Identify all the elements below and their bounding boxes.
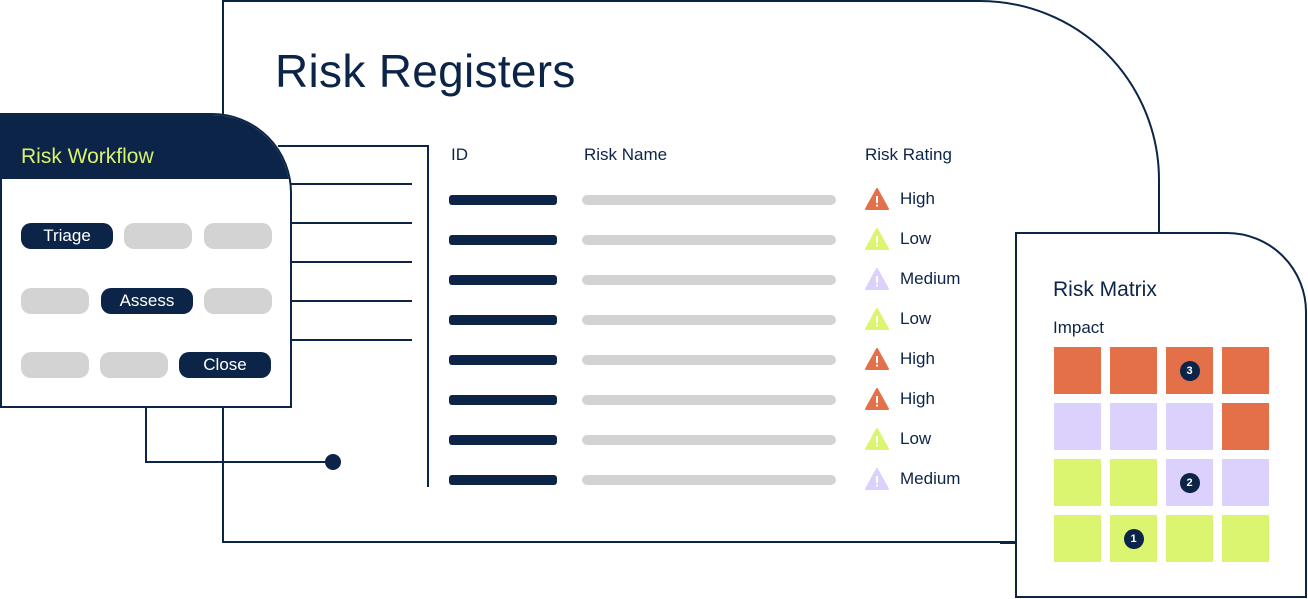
matrix-marker[interactable]: 1 (1123, 528, 1144, 549)
matrix-cell-medium (1166, 403, 1213, 450)
matrix-marker[interactable]: 2 (1179, 472, 1200, 493)
warning-triangle-icon (865, 348, 889, 370)
matrix-cell-low (1054, 459, 1101, 506)
column-header-id: ID (451, 145, 468, 164)
matrix-cell-medium (1222, 459, 1269, 506)
workflow-title: Risk Workflow (21, 145, 154, 168)
matrix-cell-low (1054, 515, 1101, 562)
workflow-step-assess[interactable]: Assess (101, 288, 193, 314)
risk-rating: High (865, 387, 935, 411)
risk-rating-label: Medium (900, 269, 961, 288)
risk-name-placeholder (582, 195, 836, 205)
risk-id-placeholder (449, 275, 557, 285)
matrix-cell-high (1110, 347, 1157, 394)
risk-rating: Medium (865, 267, 960, 291)
column-header-risk-rating: Risk Rating (865, 145, 952, 164)
risk-rating-label: Low (900, 429, 932, 448)
matrix-cell-low (1110, 459, 1157, 506)
workflow-step-placeholder (100, 352, 168, 378)
warning-triangle-icon (865, 388, 889, 410)
risk-name-placeholder (582, 475, 836, 485)
risk-rating-label: High (900, 189, 935, 208)
risk-name-placeholder (582, 315, 836, 325)
matrix-marker[interactable]: 3 (1179, 360, 1200, 381)
workflow-step-placeholder (124, 223, 192, 249)
risk-id-placeholder (449, 475, 557, 485)
risk-rating-label: High (900, 389, 935, 408)
risk-name-placeholder (582, 355, 836, 365)
matrix-cell-high (1054, 347, 1101, 394)
risk-workflow-card: Risk Workflow Triage Assess Close (0, 113, 292, 408)
risk-name-placeholder (582, 275, 836, 285)
matrix-cell-high (1222, 347, 1269, 394)
warning-triangle-icon (865, 308, 889, 330)
matrix-axis-label: Impact (1053, 318, 1105, 337)
risk-id-placeholder (449, 235, 557, 245)
workflow-step-close[interactable]: Close (179, 352, 271, 378)
risk-rating: Low (865, 427, 931, 451)
matrix-cell-medium (1110, 403, 1157, 450)
risk-name-placeholder (582, 435, 836, 445)
risk-rating: Medium (865, 467, 960, 491)
risk-id-placeholder (449, 195, 557, 205)
risk-name-placeholder (582, 235, 836, 245)
risk-name-placeholder (582, 395, 836, 405)
page-title: Risk Registers (275, 45, 576, 97)
risk-id-placeholder (449, 395, 557, 405)
risk-rating-label: High (900, 349, 935, 368)
workflow-step-placeholder (204, 223, 272, 249)
risk-id-placeholder (449, 435, 557, 445)
workflow-step-placeholder (204, 288, 272, 314)
column-header-risk-name: Risk Name (584, 145, 668, 164)
risk-rating-label: Medium (900, 469, 961, 488)
risk-rating: Low (865, 227, 931, 251)
warning-triangle-icon (865, 428, 889, 450)
matrix-cell-low (1166, 515, 1213, 562)
risk-rating-label: Low (900, 229, 932, 248)
workflow-step-placeholder (21, 352, 89, 378)
matrix-title: Risk Matrix (1053, 278, 1157, 301)
matrix-cell-low (1222, 515, 1269, 562)
risk-id-placeholder (449, 355, 557, 365)
warning-triangle-icon (865, 268, 889, 290)
workflow-header: Risk Workflow (2, 115, 290, 179)
warning-triangle-icon (865, 188, 889, 210)
workflow-step-placeholder (21, 288, 89, 314)
matrix-cell-high (1222, 403, 1269, 450)
risk-rating-label: Low (900, 309, 932, 328)
risk-rating: High (865, 187, 935, 211)
risk-rating: Low (865, 307, 931, 331)
workflow-step-triage[interactable]: Triage (21, 223, 113, 249)
warning-triangle-icon (865, 228, 889, 250)
warning-triangle-icon (865, 468, 889, 490)
risk-id-placeholder (449, 315, 557, 325)
matrix-cell-medium (1054, 403, 1101, 450)
risk-rating: High (865, 347, 935, 371)
